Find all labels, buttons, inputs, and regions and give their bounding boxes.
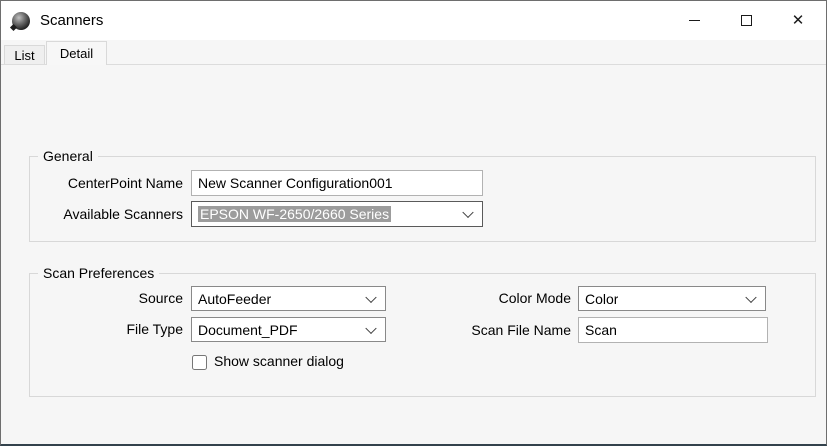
general-groupbox: General bbox=[29, 156, 816, 242]
source-combobox[interactable]: AutoFeeder bbox=[191, 286, 386, 311]
show-scanner-dialog-checkbox[interactable] bbox=[192, 355, 207, 370]
detail-tab-page: General CenterPoint Name Available Scann… bbox=[1, 64, 826, 444]
general-legend: General bbox=[38, 148, 98, 164]
available-scanners-combobox[interactable]: EPSON WF-2650/2660 Series bbox=[191, 201, 483, 227]
app-icon bbox=[12, 12, 30, 30]
titlebar[interactable]: Scanners ✕ bbox=[1, 1, 826, 40]
close-window-button[interactable]: ✕ bbox=[772, 1, 824, 40]
color-mode-label: Color Mode bbox=[421, 286, 571, 311]
minimize-icon bbox=[689, 20, 700, 21]
tab-detail[interactable]: Detail bbox=[46, 41, 107, 65]
scanners-dialog: Scanners ✕ List Detail General CenterPoi… bbox=[0, 0, 827, 446]
color-mode-value: Color bbox=[585, 291, 618, 307]
chevron-down-icon[interactable] bbox=[365, 291, 376, 302]
file-type-value: Document_PDF bbox=[198, 322, 298, 338]
scan-file-name-label: Scan File Name bbox=[421, 317, 571, 343]
scan-preferences-legend: Scan Preferences bbox=[38, 265, 159, 281]
maximize-icon bbox=[741, 15, 752, 26]
maximize-button[interactable] bbox=[720, 1, 772, 40]
caption-buttons: ✕ bbox=[668, 1, 824, 40]
available-scanners-value: EPSON WF-2650/2660 Series bbox=[198, 206, 391, 222]
chevron-down-icon[interactable] bbox=[365, 322, 376, 333]
window-title: Scanners bbox=[40, 12, 103, 29]
tab-list[interactable]: List bbox=[4, 45, 45, 64]
source-value: AutoFeeder bbox=[198, 291, 271, 307]
file-type-label: File Type bbox=[21, 317, 183, 342]
available-scanners-label: Available Scanners bbox=[21, 201, 183, 227]
source-label: Source bbox=[21, 286, 183, 311]
centerpoint-name-input[interactable] bbox=[191, 170, 483, 196]
chevron-down-icon[interactable] bbox=[745, 291, 756, 302]
show-scanner-dialog-label: Show scanner dialog bbox=[214, 353, 344, 369]
scan-file-name-input[interactable] bbox=[578, 317, 768, 343]
file-type-combobox[interactable]: Document_PDF bbox=[191, 317, 386, 342]
minimize-button[interactable] bbox=[668, 1, 720, 40]
chevron-down-icon[interactable] bbox=[462, 207, 473, 218]
centerpoint-name-label: CenterPoint Name bbox=[21, 170, 183, 196]
close-icon: ✕ bbox=[792, 13, 805, 28]
color-mode-combobox[interactable]: Color bbox=[578, 286, 766, 311]
